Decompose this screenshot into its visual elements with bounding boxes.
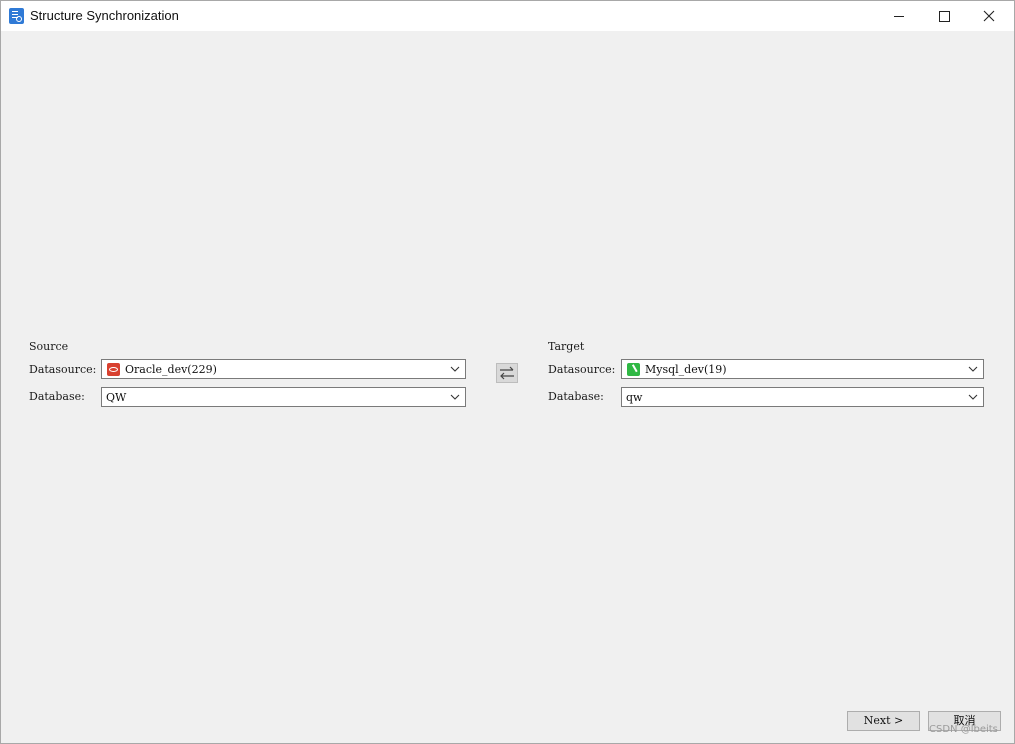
- minimize-icon: [894, 16, 904, 17]
- title-bar[interactable]: Structure Synchronization: [1, 1, 1014, 31]
- oracle-icon: [107, 363, 120, 376]
- chevron-down-icon: [968, 394, 978, 400]
- chevron-down-icon: [968, 366, 978, 372]
- target-datasource-select[interactable]: Mysql_dev(19): [621, 359, 984, 379]
- maximize-button[interactable]: [921, 1, 967, 31]
- target-datasource-value: Mysql_dev(19): [645, 363, 727, 376]
- swap-button[interactable]: [496, 363, 518, 383]
- source-datasource-value: Oracle_dev(229): [125, 363, 217, 376]
- source-database-select[interactable]: QW: [101, 387, 466, 407]
- source-database-label: Database:: [29, 390, 85, 403]
- source-heading: Source: [29, 340, 69, 353]
- swap-arrows-icon: [500, 366, 514, 380]
- target-database-label: Database:: [548, 390, 604, 403]
- chevron-down-icon: [450, 394, 460, 400]
- structure-sync-window: Structure Synchronization Source Datasou…: [0, 0, 1015, 744]
- source-datasource-label: Datasource:: [29, 363, 97, 376]
- structure-sync-icon: [9, 8, 24, 24]
- source-datasource-select[interactable]: Oracle_dev(229): [101, 359, 466, 379]
- maximize-icon: [938, 10, 950, 22]
- next-button[interactable]: Next >: [847, 711, 920, 731]
- close-icon: [983, 10, 995, 22]
- source-database-value: QW: [106, 391, 127, 404]
- target-database-value: qw: [626, 391, 643, 404]
- chevron-down-icon: [450, 366, 460, 372]
- minimize-button[interactable]: [876, 1, 922, 31]
- mysql-icon: [627, 363, 640, 376]
- target-heading: Target: [548, 340, 585, 353]
- close-button[interactable]: [966, 1, 1012, 31]
- window-title: Structure Synchronization: [30, 8, 179, 23]
- target-database-select[interactable]: qw: [621, 387, 984, 407]
- watermark: CSDN @lbeits: [929, 724, 998, 735]
- target-datasource-label: Datasource:: [548, 363, 616, 376]
